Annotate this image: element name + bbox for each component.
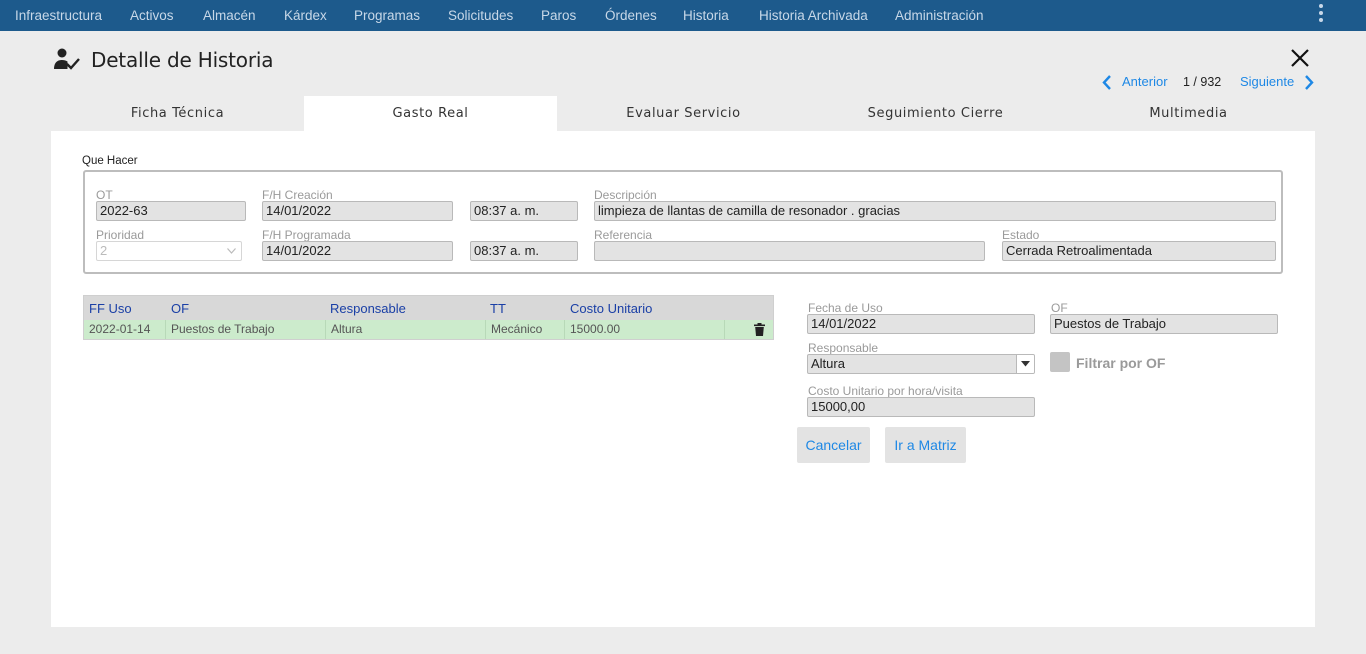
referencia-label: Referencia — [594, 228, 653, 242]
que-hacer-label: Que Hacer — [82, 155, 138, 167]
dropdown-button[interactable] — [1016, 355, 1034, 373]
nav-item-kardex[interactable]: Kárdex — [284, 0, 327, 31]
responsable-value: Altura — [811, 356, 845, 371]
cell-tt[interactable]: Mecánico — [486, 320, 565, 339]
chevron-left-icon[interactable] — [1101, 75, 1113, 90]
responsable-label: Responsable — [808, 341, 879, 355]
user-check-icon — [54, 48, 80, 70]
close-icon[interactable] — [1289, 47, 1311, 69]
filtrar-por-of-label: Filtrar por OF — [1076, 355, 1166, 371]
nav-item-activos[interactable]: Activos — [130, 0, 174, 31]
fecha-uso-field[interactable]: 14/01/2022 — [807, 314, 1035, 334]
fh-creacion-label: F/H Creación — [262, 188, 333, 202]
estado-field[interactable]: Cerrada Retroalimentada — [1002, 241, 1276, 261]
of-label: OF — [1051, 301, 1068, 315]
fh-programada-time-field[interactable]: 08:37 a. m. — [470, 241, 578, 261]
trash-icon[interactable] — [754, 323, 765, 336]
col-header-costo-unitario[interactable]: Costo Unitario — [570, 296, 652, 320]
nav-item-historia[interactable]: Historia — [683, 0, 729, 31]
fecha-uso-label: Fecha de Uso — [808, 301, 883, 315]
ot-field[interactable]: 2022-63 — [96, 201, 246, 221]
grid-header: FF Uso OF Responsable TT Costo Unitario — [84, 296, 773, 320]
fh-creacion-date-field[interactable]: 14/01/2022 — [262, 201, 453, 221]
costo-label: Costo Unitario por hora/visita — [808, 384, 963, 398]
descripcion-label: Descripción — [594, 188, 657, 202]
record-counter: 1 / 932 — [1183, 75, 1222, 89]
cell-responsable[interactable]: Altura — [326, 320, 486, 339]
top-nav: Infraestructura Activos Almacén Kárdex P… — [0, 0, 1366, 31]
nav-item-administracion[interactable]: Administración — [895, 0, 984, 31]
col-header-tt[interactable]: TT — [490, 296, 506, 320]
tab-multimedia[interactable]: Multimedia — [1062, 96, 1315, 131]
fh-programada-date-field[interactable]: 14/01/2022 — [262, 241, 453, 261]
nav-item-historia-archivada[interactable]: Historia Archivada — [759, 0, 868, 31]
caret-down-icon — [1021, 361, 1030, 367]
tab-ficha-tecnica[interactable]: Ficha Técnica — [51, 96, 304, 131]
fh-programada-label: F/H Programada — [262, 228, 351, 242]
prioridad-select[interactable]: 2 — [96, 241, 242, 261]
filtrar-por-of-checkbox[interactable] — [1050, 352, 1070, 372]
chevron-down-icon — [227, 248, 236, 254]
nav-item-programas[interactable]: Programas — [354, 0, 420, 31]
page-title: Detalle de Historia — [91, 48, 274, 72]
cell-ff-uso[interactable]: 2022-01-14 — [84, 320, 166, 339]
referencia-field[interactable] — [594, 241, 985, 261]
cell-of[interactable]: Puestos de Trabajo — [166, 320, 326, 339]
cancel-button[interactable]: Cancelar — [797, 427, 870, 463]
tab-evaluar-servicio[interactable]: Evaluar Servicio — [557, 96, 810, 131]
prioridad-label: Prioridad — [96, 228, 145, 242]
col-header-ff-uso[interactable]: FF Uso — [89, 296, 132, 320]
chevron-right-icon[interactable] — [1303, 75, 1315, 90]
costo-field[interactable]: 15000,00 — [807, 397, 1035, 417]
previous-link[interactable]: Anterior — [1122, 74, 1168, 90]
fh-creacion-time-field[interactable]: 08:37 a. m. — [470, 201, 578, 221]
nav-item-almacen[interactable]: Almacén — [203, 0, 256, 31]
nav-item-solicitudes[interactable]: Solicitudes — [448, 0, 513, 31]
prioridad-value: 2 — [100, 243, 108, 258]
estado-label: Estado — [1002, 228, 1040, 242]
col-header-responsable[interactable]: Responsable — [330, 296, 406, 320]
detail-card: Ficha Técnica Gasto Real Evaluar Servici… — [51, 96, 1315, 627]
ir-a-matriz-button[interactable]: Ir a Matriz — [885, 427, 966, 463]
descripcion-field[interactable]: limpieza de llantas de camilla de resona… — [594, 201, 1276, 221]
cell-costo-unitario[interactable]: 15000.00 — [565, 320, 725, 339]
ot-label: OT — [96, 188, 113, 202]
next-link[interactable]: Siguiente — [1240, 74, 1294, 90]
responsable-select[interactable]: Altura — [807, 354, 1035, 374]
col-header-of[interactable]: OF — [171, 296, 189, 320]
nav-item-ordenes[interactable]: Órdenes — [605, 0, 657, 31]
tab-seguimiento-cierre[interactable]: Seguimiento Cierre — [809, 96, 1062, 131]
nav-item-infraestructura[interactable]: Infraestructura — [15, 0, 102, 31]
tab-gasto-real[interactable]: Gasto Real — [304, 96, 557, 131]
tab-bar: Ficha Técnica Gasto Real Evaluar Servici… — [51, 96, 1315, 131]
more-vert-icon[interactable] — [1316, 4, 1326, 24]
nav-item-paros[interactable]: Paros — [541, 0, 576, 31]
table-row[interactable]: 2022-01-14 Puestos de Trabajo Altura Mec… — [84, 320, 773, 339]
gasto-grid: FF Uso OF Responsable TT Costo Unitario … — [83, 295, 774, 340]
que-hacer-fieldset: OT 2022-63 F/H Creación 14/01/2022 08:37… — [83, 170, 1283, 274]
of-field[interactable]: Puestos de Trabajo — [1050, 314, 1278, 334]
